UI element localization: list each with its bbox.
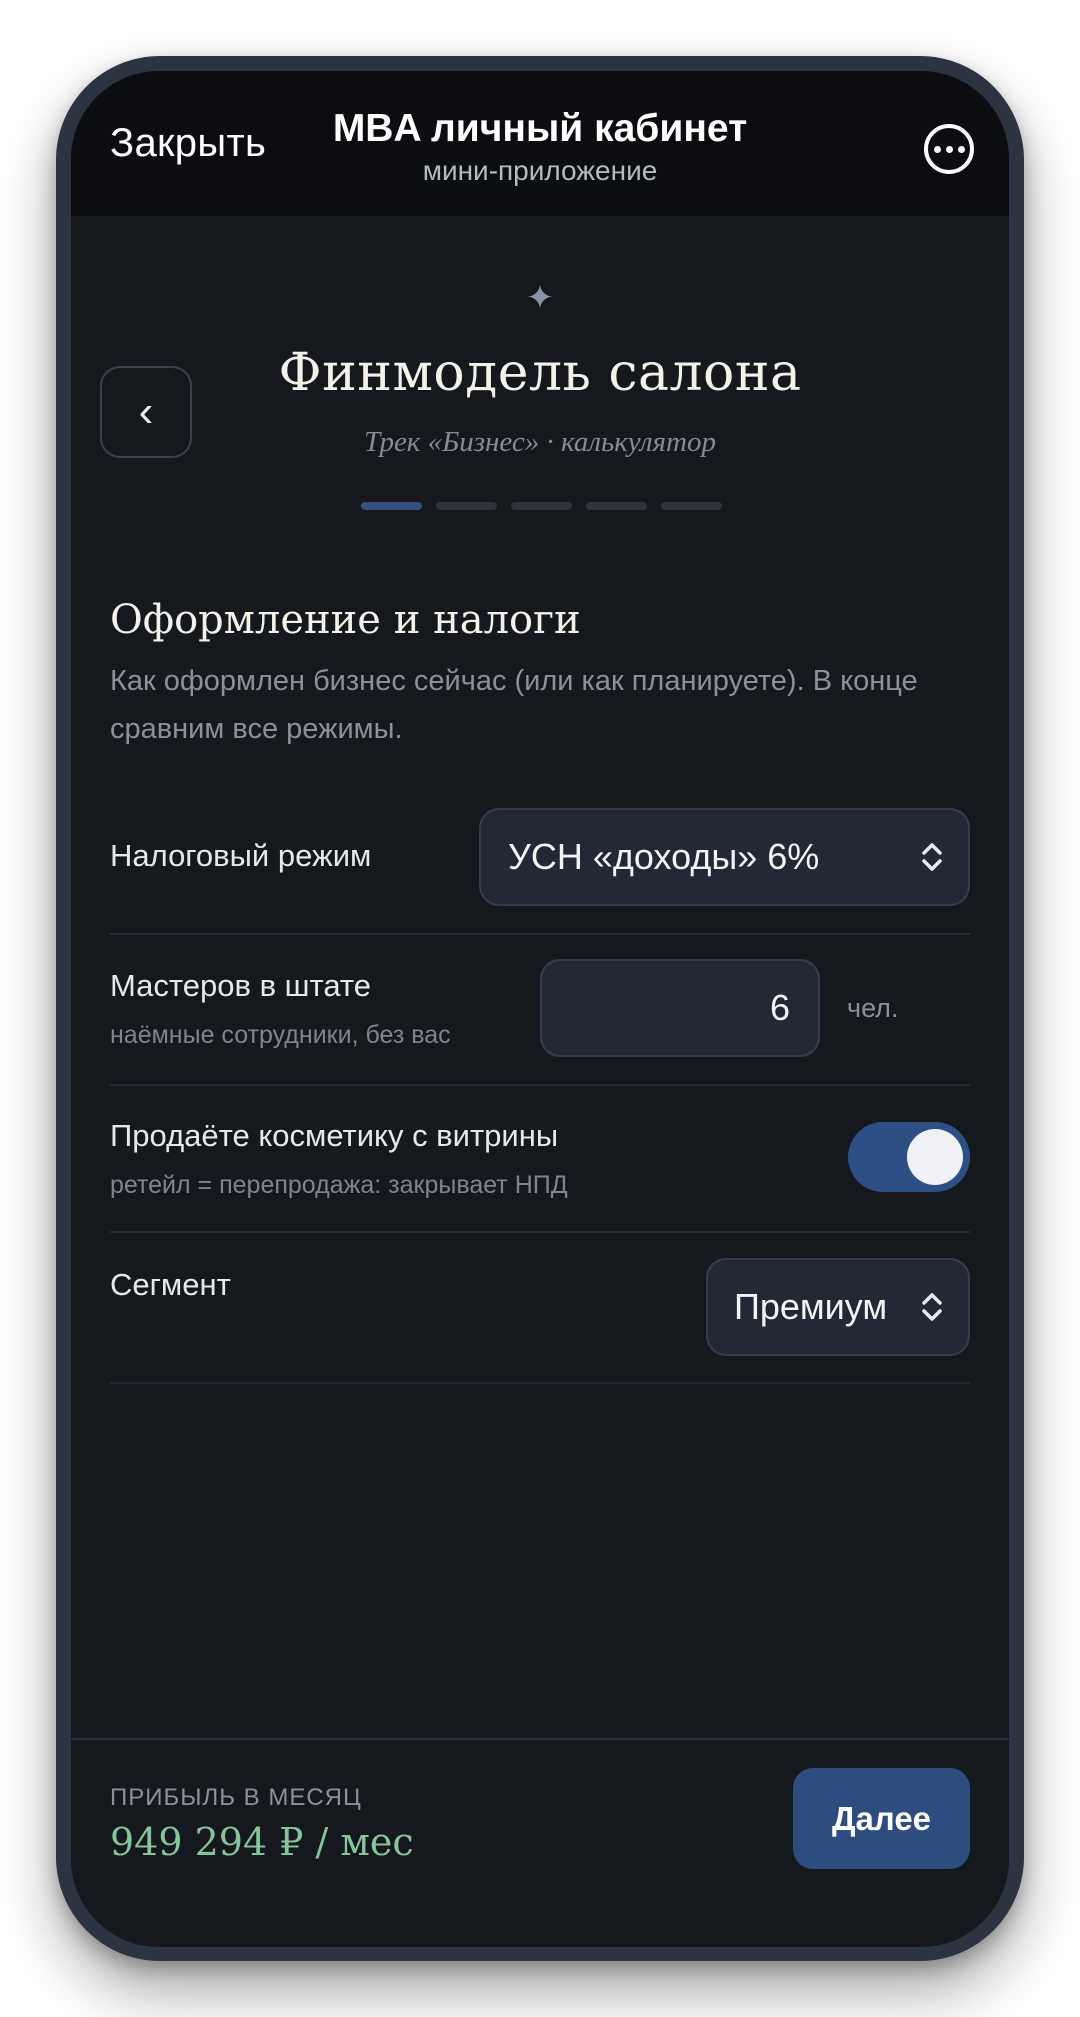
page-title: Финмодель салона — [278, 343, 802, 403]
masters-hint: наёмные сотрудники, без вас — [110, 1021, 451, 1049]
step-indicator-5 — [661, 502, 722, 510]
masters-label: Мастеров в штате — [110, 968, 372, 1003]
tax-mode-value: УСН «доходы» 6% — [508, 836, 820, 877]
masters-count-input[interactable]: 6 — [540, 959, 820, 1057]
app-header: Закрыть MBA личный кабинет мини-приложен… — [71, 71, 1009, 216]
more-options-icon[interactable] — [924, 124, 974, 174]
divider — [110, 1382, 970, 1384]
app-title: MBA личный кабинет — [332, 107, 748, 150]
step-indicator-2 — [436, 502, 497, 510]
app-screen: Закрыть MBA личный кабинет мини-приложен… — [71, 71, 1009, 1947]
step-indicator-3 — [511, 502, 572, 510]
tax-mode-select[interactable]: УСН «доходы» 6% — [479, 808, 970, 906]
chevron-updown-icon — [920, 839, 944, 875]
divider — [110, 933, 970, 935]
masters-unit: чел. — [847, 993, 899, 1023]
segment-select[interactable]: Премиум — [706, 1258, 970, 1356]
segment-label: Сегмент — [110, 1267, 231, 1302]
divider — [110, 1084, 970, 1086]
step-indicator-4 — [586, 502, 647, 510]
section-description: Как оформлен бизнес сейчас (или как план… — [110, 665, 918, 745]
retail-label: Продаёте косметику с витрины — [110, 1118, 559, 1153]
section-title: Оформление и налоги — [110, 597, 581, 643]
step-progress — [361, 502, 722, 510]
bottom-bar: ПРИБЫЛЬ В МЕСЯЦ 949 294 ₽ / мес Далее — [71, 1738, 1009, 1947]
page-subtitle: Трек «Бизнес» · калькулятор — [364, 426, 716, 458]
chevron-updown-icon — [920, 1289, 944, 1325]
retail-hint: ретейл = перепродажа: закрывает НПД — [110, 1171, 568, 1199]
divider — [110, 1231, 970, 1233]
segment-value: Премиум — [734, 1286, 888, 1327]
tax-mode-label: Налоговый режим — [110, 838, 372, 873]
step-indicator-1 — [361, 502, 422, 510]
app-subtitle: мини-приложение — [422, 155, 658, 186]
toggle-knob — [907, 1129, 963, 1185]
profit-value: 949 294 ₽ / мес — [110, 1820, 414, 1864]
sparkle-icon: ✦ — [525, 279, 555, 317]
profit-label: ПРИБЫЛЬ В МЕСЯЦ — [110, 1784, 362, 1811]
next-button[interactable]: Далее — [793, 1768, 970, 1869]
retail-toggle[interactable] — [848, 1122, 970, 1192]
